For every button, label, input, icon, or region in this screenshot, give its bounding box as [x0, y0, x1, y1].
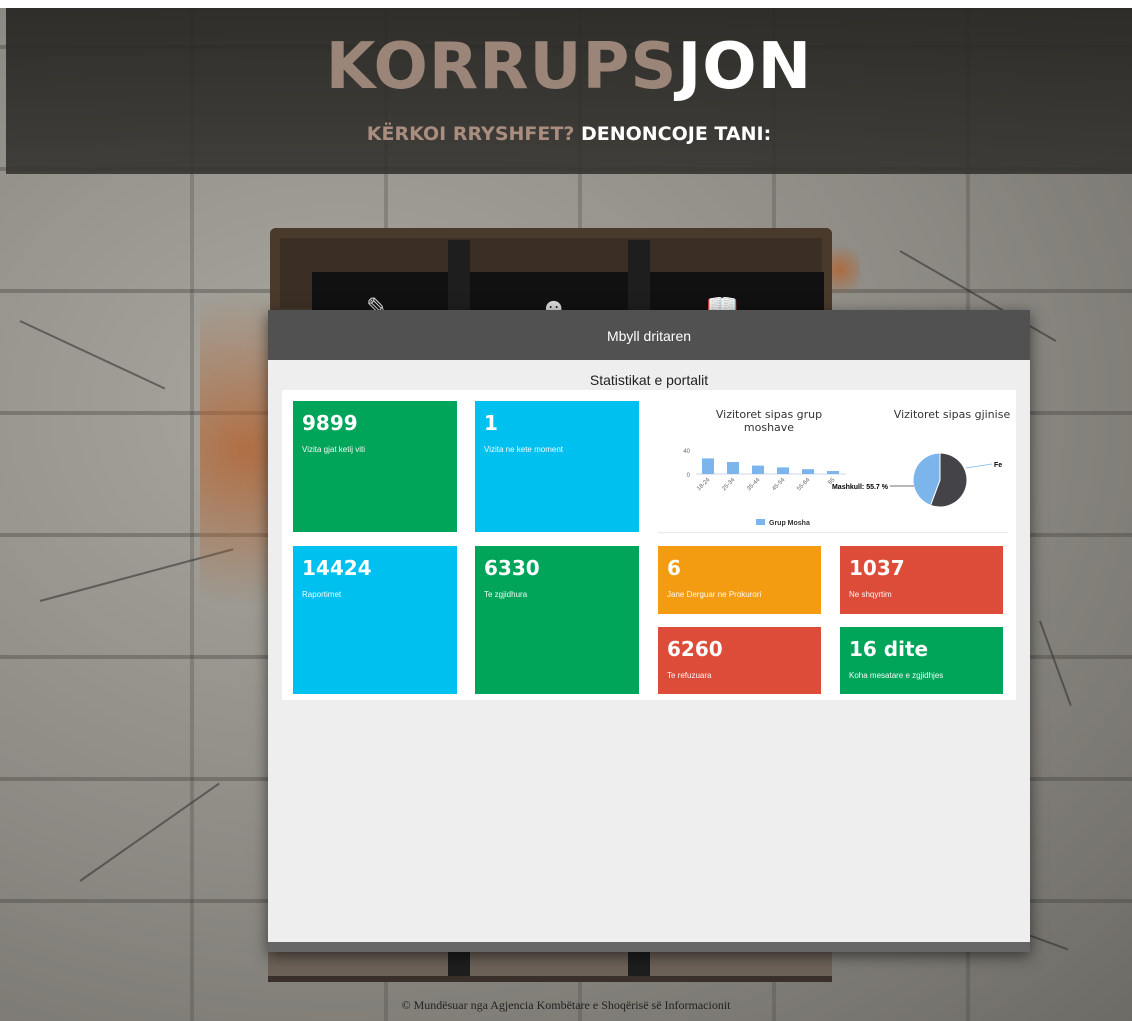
- stat-value: 16 dite: [849, 637, 929, 661]
- stat-value: 14424: [302, 556, 372, 580]
- site-logo[interactable]: KORRUPSJON: [6, 30, 1132, 104]
- x-tick-label: 18-24: [696, 477, 712, 493]
- site-tagline: KËRKOI RRYSHFET? DENONCOJE TANI:: [6, 123, 1132, 145]
- stat-value: 1: [484, 411, 498, 435]
- tagline-call-to-action: DENONCOJE TANI:: [580, 123, 772, 145]
- y-tick-label: 0: [687, 473, 691, 479]
- gender-pie-chart: Mashkull: 55.7 % Fe: [832, 452, 1002, 508]
- stats-panel: 9899 Vizita gjat ketij viti 1 Vizita ne …: [282, 390, 1016, 700]
- stat-value: 6: [667, 556, 681, 580]
- stat-tile-visits-now: 1 Vizita ne kete moment: [475, 401, 639, 532]
- y-tick-label: 40: [683, 449, 690, 455]
- gender-chart-title: Vizitoret sipas gjinise: [893, 408, 1011, 421]
- site-header: KORRUPSJON KËRKOI RRYSHFET? DENONCOJE TA…: [6, 8, 1132, 174]
- stat-label: Raportimet: [302, 590, 342, 599]
- x-tick-label: 35-44: [746, 477, 762, 493]
- stat-label: Te zgjidhura: [484, 590, 528, 599]
- modal-title: Statistikat e portalit: [589, 372, 709, 388]
- close-modal-button[interactable]: Mbyll dritaren: [268, 310, 1030, 360]
- statistics-modal: Mbyll dritaren Statistikat e portalit 98…: [268, 310, 1030, 952]
- modal-footer-bar: [268, 942, 1030, 952]
- x-tick-label: 25-34: [721, 477, 737, 493]
- stat-label: Vizita gjat ketij viti: [302, 445, 365, 454]
- bar-mark: [777, 467, 789, 474]
- bar-mark: [752, 465, 764, 474]
- window-bar: [628, 950, 650, 976]
- stat-label: Te refuzuara: [667, 671, 712, 680]
- top-border: [0, 0, 1132, 8]
- stat-value: 6330: [484, 556, 540, 580]
- stat-value: 9899: [302, 411, 358, 435]
- pie-slice-label: Mashkull: 55.7 %: [832, 484, 889, 491]
- stat-value: 6260: [667, 637, 723, 661]
- legend-label: Grup Mosha: [769, 520, 810, 527]
- stat-tile-avg-time: 16 dite Koha mesatare e zgjidhjes: [840, 627, 1003, 694]
- tagline-question: KËRKOI RRYSHFET?: [366, 123, 575, 145]
- pie-label-connector: [965, 463, 993, 469]
- x-tick-label: 55-64: [796, 477, 812, 493]
- bar-mark: [802, 469, 814, 474]
- x-tick-label: 45-54: [771, 477, 787, 493]
- logo-text-part1: KORRUPS: [325, 30, 678, 104]
- stat-label: Jane Derguar ne Prokurori: [667, 590, 762, 599]
- pie-slice-label: Fe: [994, 462, 1002, 469]
- stat-label: Koha mesatare e zgjidhjes: [849, 671, 944, 680]
- stat-tile-rejected: 6260 Te refuzuara: [658, 627, 821, 694]
- stat-tile-resolved: 6330 Te zgjidhura: [475, 546, 639, 694]
- stat-tile-reports: 14424 Raportimet: [293, 546, 457, 694]
- stat-tile-prosecutor: 6 Jane Derguar ne Prokurori: [658, 546, 821, 614]
- stat-label: Vizita ne kete moment: [484, 445, 564, 454]
- stat-tile-visits-year: 9899 Vizita gjat ketij viti: [293, 401, 457, 532]
- page-footer: © Mundësuar nga Agjencia Kombëtare e Sho…: [401, 998, 731, 1012]
- window-bar: [448, 950, 470, 976]
- divider: [658, 532, 1008, 533]
- stat-label: Ne shqyrtim: [849, 590, 892, 599]
- bar-mark: [727, 462, 739, 474]
- age-chart-title: Vizitoret sipas grup moshave: [715, 408, 823, 434]
- stat-value: 1037: [849, 556, 905, 580]
- logo-text-part2: JON: [677, 30, 813, 104]
- bar-mark: [702, 458, 714, 474]
- stat-tile-under-review: 1037 Ne shqyrtim: [840, 546, 1003, 614]
- legend-swatch: [756, 519, 765, 525]
